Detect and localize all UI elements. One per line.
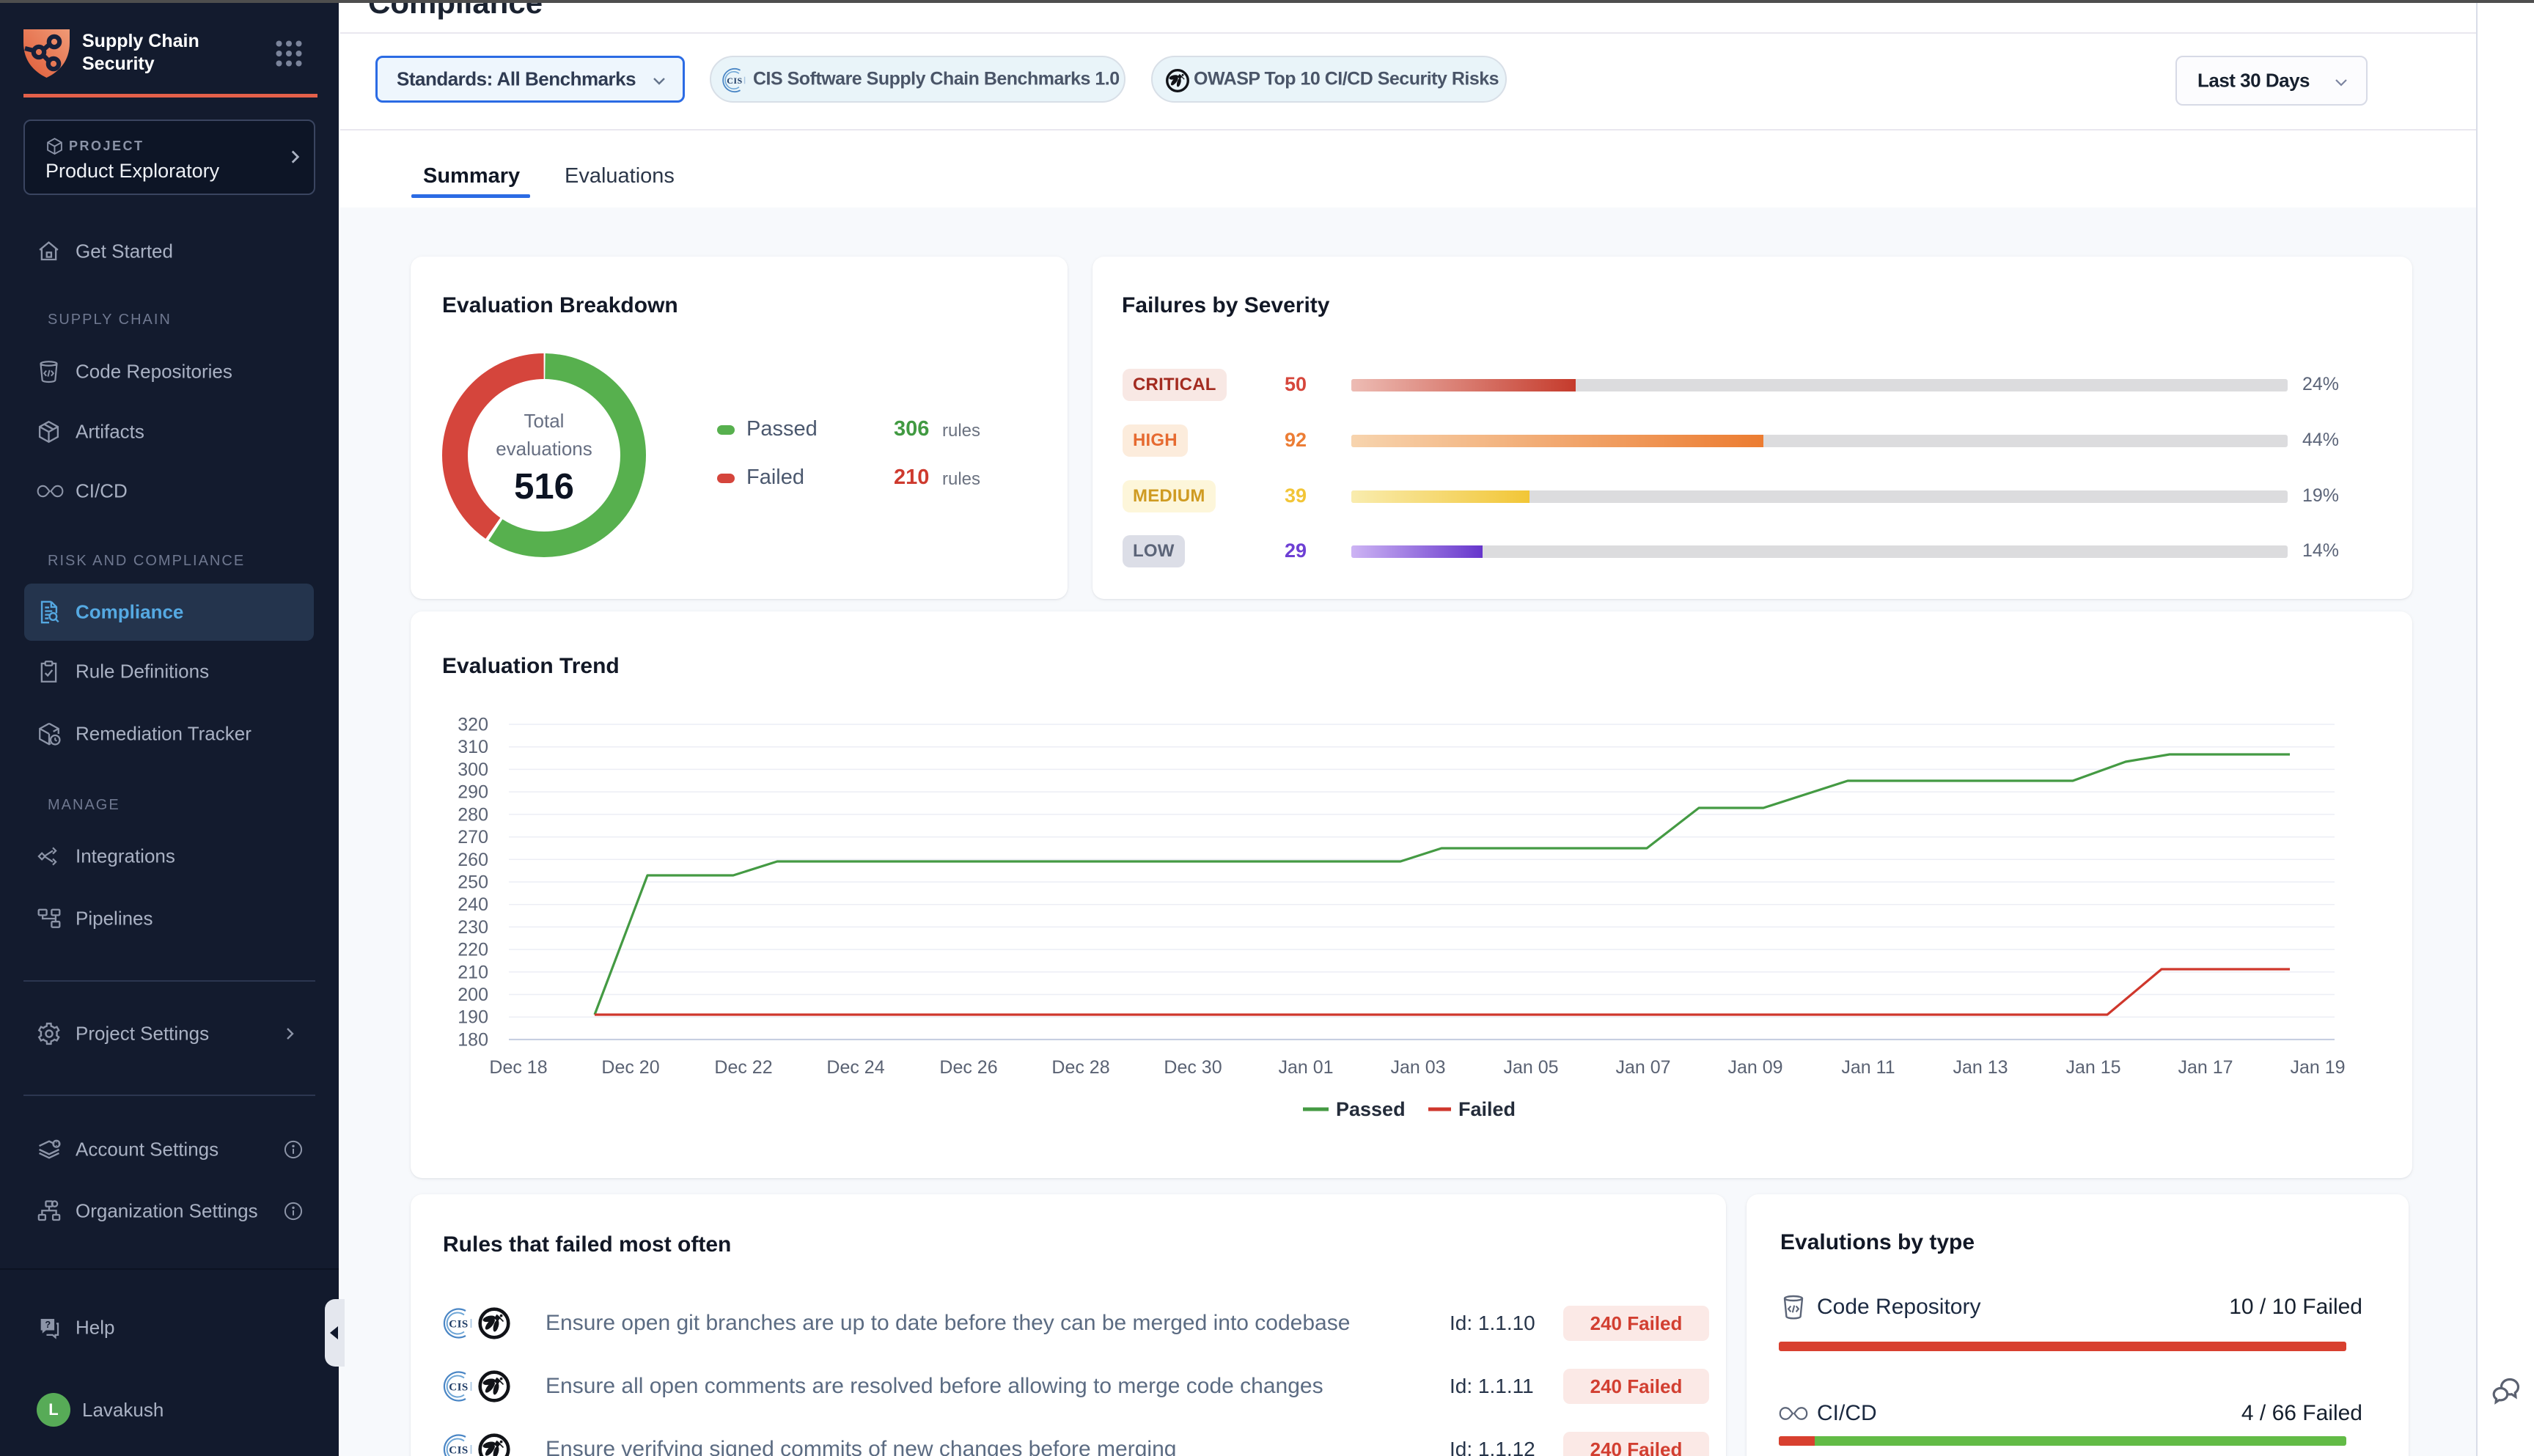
svg-text:260: 260 bbox=[458, 850, 488, 870]
svg-text:Jan 05: Jan 05 bbox=[1503, 1057, 1558, 1078]
svg-text:Dec 22: Dec 22 bbox=[714, 1057, 772, 1078]
svg-text:210: 210 bbox=[458, 962, 488, 982]
svg-text:Dec 30: Dec 30 bbox=[1164, 1057, 1222, 1078]
svg-text:Jan 17: Jan 17 bbox=[2178, 1057, 2233, 1078]
svg-text:200: 200 bbox=[458, 985, 488, 1005]
svg-text:Jan 09: Jan 09 bbox=[1727, 1057, 1782, 1078]
svg-text:180: 180 bbox=[458, 1029, 488, 1050]
svg-text:Jan 15: Jan 15 bbox=[2065, 1057, 2120, 1078]
svg-text:320: 320 bbox=[458, 715, 488, 735]
svg-text:Jan 11: Jan 11 bbox=[1841, 1057, 1895, 1078]
svg-text:Jan 03: Jan 03 bbox=[1390, 1057, 1445, 1078]
svg-text:190: 190 bbox=[458, 1007, 488, 1028]
svg-text:Failed: Failed bbox=[1458, 1098, 1516, 1120]
svg-text:290: 290 bbox=[458, 782, 488, 803]
svg-text:Dec 18: Dec 18 bbox=[489, 1057, 547, 1078]
svg-text:240: 240 bbox=[458, 894, 488, 915]
svg-text:Dec 24: Dec 24 bbox=[826, 1057, 884, 1078]
svg-text:250: 250 bbox=[458, 872, 488, 893]
svg-text:Dec 20: Dec 20 bbox=[601, 1057, 659, 1078]
svg-text:Dec 28: Dec 28 bbox=[1051, 1057, 1109, 1078]
svg-text:220: 220 bbox=[458, 940, 488, 960]
svg-text:?: ? bbox=[45, 1319, 51, 1330]
svg-text:280: 280 bbox=[458, 804, 488, 825]
svg-text:Jan 01: Jan 01 bbox=[1278, 1057, 1333, 1078]
svg-text:Jan 13: Jan 13 bbox=[1953, 1057, 2008, 1078]
svg-text:Jan 07: Jan 07 bbox=[1615, 1057, 1670, 1078]
svg-text:Jan 19: Jan 19 bbox=[2290, 1057, 2345, 1078]
svg-text:300: 300 bbox=[458, 760, 488, 780]
svg-text:270: 270 bbox=[458, 827, 488, 848]
svg-text:310: 310 bbox=[458, 737, 488, 757]
svg-text:230: 230 bbox=[458, 917, 488, 938]
svg-text:Passed: Passed bbox=[1336, 1098, 1406, 1120]
svg-text:Dec 26: Dec 26 bbox=[939, 1057, 997, 1078]
